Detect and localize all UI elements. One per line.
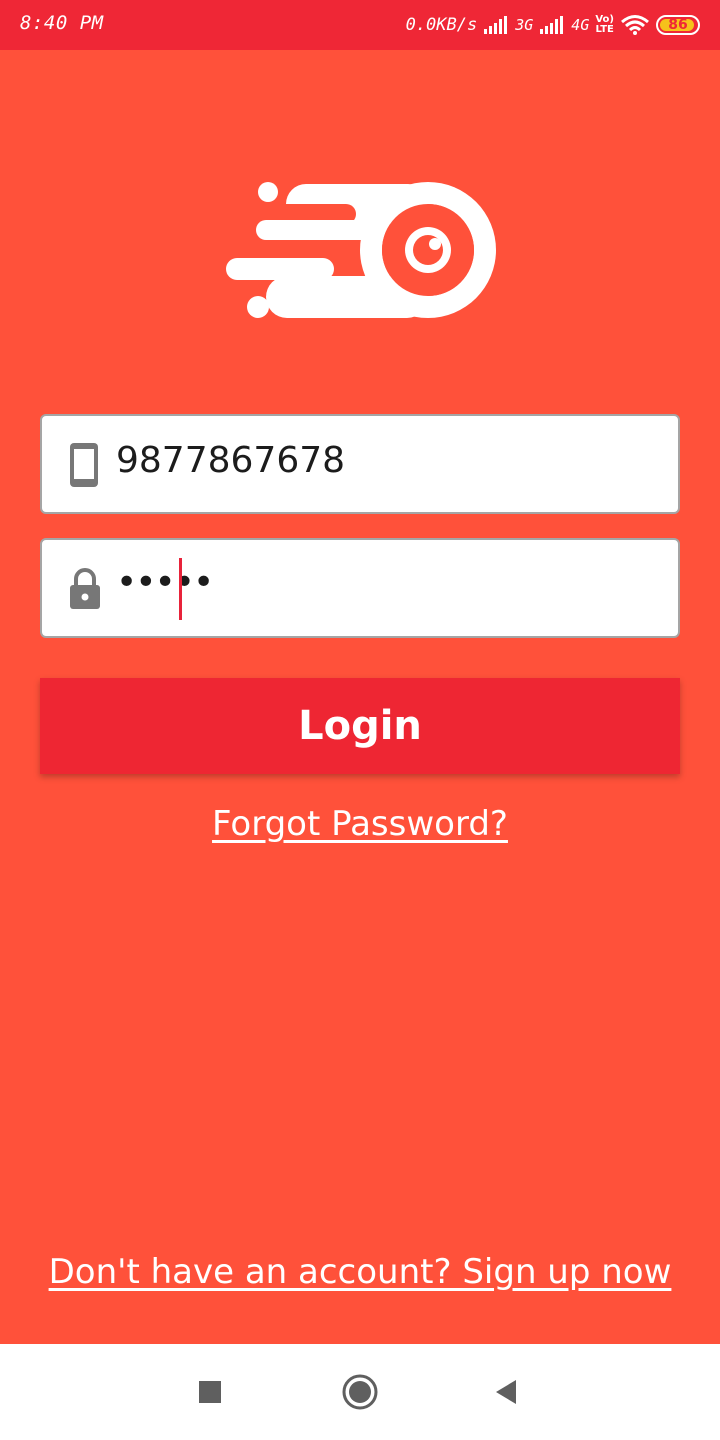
status-time: 8:40 PM [20, 12, 104, 34]
phone-icon [68, 441, 102, 487]
wifi-icon [620, 14, 650, 36]
volte-bottom: LTE [595, 24, 614, 35]
text-cursor [179, 558, 182, 620]
login-button[interactable]: Login [40, 678, 680, 774]
phone-input[interactable]: 9877867678 [116, 440, 345, 481]
home-icon[interactable] [338, 1370, 382, 1414]
speed-logo-icon [226, 180, 498, 322]
battery-level: 86 [668, 17, 688, 33]
password-field[interactable]: ••••• [40, 538, 680, 638]
signal-icon [483, 15, 509, 35]
signup-link[interactable]: Don't have an account? Sign up now [0, 1252, 720, 1292]
forgot-password-link[interactable]: Forgot Password? [0, 804, 720, 844]
recent-apps-icon[interactable] [188, 1370, 232, 1414]
network-type-2: 4G [571, 16, 590, 34]
volte-indicator: Vo) LTE [595, 15, 614, 35]
back-icon[interactable] [484, 1370, 528, 1414]
network-type-1: 3G [515, 16, 534, 34]
lock-icon [68, 565, 102, 611]
battery-icon: 86 [656, 15, 700, 35]
status-bar: 8:40 PM 0.0KB/s 3G 4G Vo) LTE 86 [0, 0, 720, 50]
status-icons: 0.0KB/s 3G 4G Vo) LTE 86 [406, 10, 700, 40]
network-speed: 0.0KB/s [405, 15, 478, 35]
signal-icon [539, 15, 565, 35]
phone-field[interactable]: 9877867678 [40, 414, 680, 514]
password-input[interactable]: ••••• [116, 562, 214, 603]
navigation-bar [0, 1344, 720, 1440]
